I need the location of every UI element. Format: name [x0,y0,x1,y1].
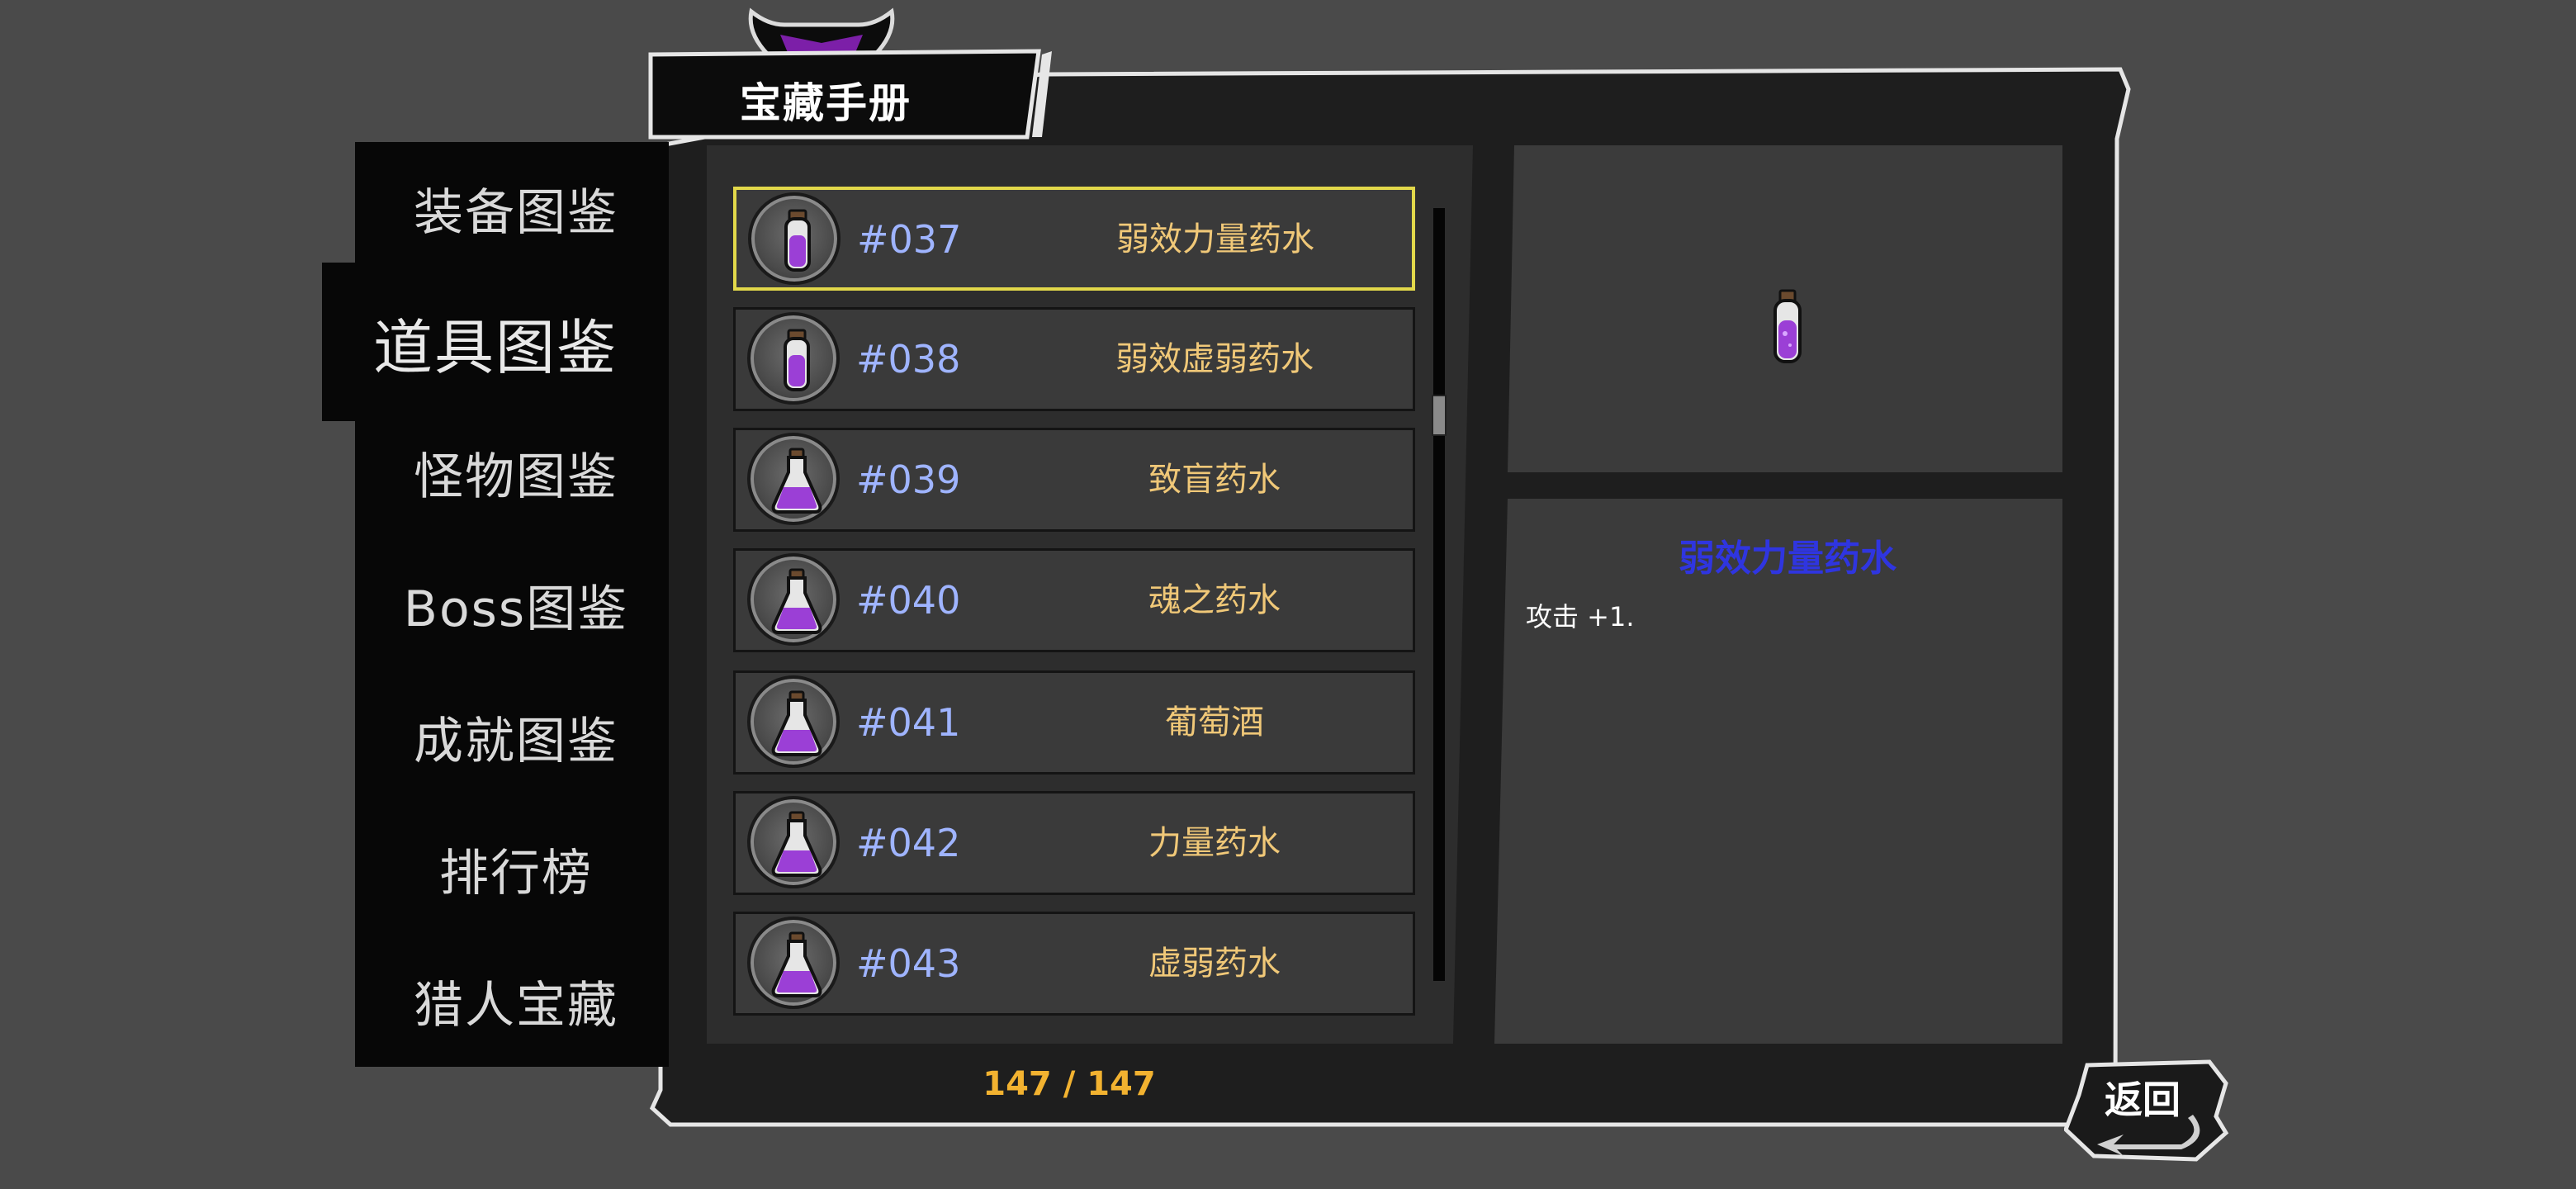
item-icon-frame [747,553,840,646]
tab-label: 道具图鉴 [372,312,618,382]
list-item[interactable]: #037 弱效力量药水 [733,187,1415,291]
horned-emblem-icon [748,7,895,57]
detail-item-description: 攻击 +1. [1526,601,1635,632]
item-name: 弱效虚弱药水 [1115,340,1314,378]
item-icon-frame [747,312,840,405]
flask-potion-icon [771,811,822,877]
item-name: 虚弱药水 [1148,945,1281,983]
item-number: #040 [856,578,961,623]
tab-boss-codex[interactable]: Boss图鉴 [355,538,677,670]
tab-label: 排行榜 [439,844,593,902]
item-icon-frame [747,675,840,768]
item-number: #042 [856,821,961,865]
item-icon-frame [747,917,840,1009]
back-button[interactable]: 返回 [2064,1059,2229,1166]
flask-potion-icon [771,690,822,756]
flask-potion-icon [771,568,822,634]
tab-achievement-codex[interactable]: 成就图鉴 [355,670,677,803]
flask-potion-icon [771,448,822,514]
list-item[interactable]: #042 力量药水 [733,791,1415,895]
item-number: #043 [856,941,961,986]
slim-potion-vial-icon [1773,289,1802,363]
item-name: 致盲药水 [1148,461,1281,499]
tab-label: 装备图鉴 [414,183,618,242]
item-number: #039 [856,457,961,502]
list-item[interactable]: #039 致盲药水 [733,428,1415,532]
tab-label: 成就图鉴 [414,712,618,770]
list-item[interactable]: #040 魂之药水 [733,548,1415,652]
list-item[interactable]: #038 弱效虚弱药水 [733,307,1415,411]
item-icon-frame [747,433,840,525]
list-item[interactable]: #043 虚弱药水 [733,912,1415,1016]
slim-potion-vial-icon [784,329,810,391]
detail-item-name: 弱效力量药水 [1679,538,1896,580]
tab-item-codex[interactable]: 道具图鉴 [322,263,669,421]
item-name: 力量药水 [1148,824,1281,862]
tab-label: 猎人宝藏 [414,976,618,1035]
list-item[interactable]: #041 葡萄酒 [733,670,1415,775]
tab-hunter-treasure[interactable]: 猎人宝藏 [355,935,677,1067]
collection-counter: 147 / 147 [983,1065,1156,1103]
tab-leaderboard[interactable]: 排行榜 [355,803,677,935]
item-number: #037 [857,217,962,262]
tab-equipment-codex[interactable]: 装备图鉴 [355,142,677,274]
flask-potion-icon [771,931,822,997]
list-scrollbar-track[interactable] [1433,208,1445,981]
item-number: #038 [856,337,961,381]
tab-label: Boss图鉴 [403,580,629,638]
item-icon-frame [747,796,840,888]
slim-potion-vial-icon [784,209,811,272]
item-icon-frame [748,192,841,285]
item-name: 葡萄酒 [1165,703,1264,741]
tab-label: 怪物图鉴 [414,448,618,506]
item-name: 魂之药水 [1148,581,1281,619]
item-name: 弱效力量药水 [1116,220,1314,258]
list-scrollbar-thumb[interactable] [1432,395,1447,436]
page-title: 宝藏手册 [740,79,912,127]
back-button-label: 返回 [2105,1078,2181,1122]
tab-monster-codex[interactable]: 怪物图鉴 [355,406,677,538]
item-number: #041 [856,700,961,745]
